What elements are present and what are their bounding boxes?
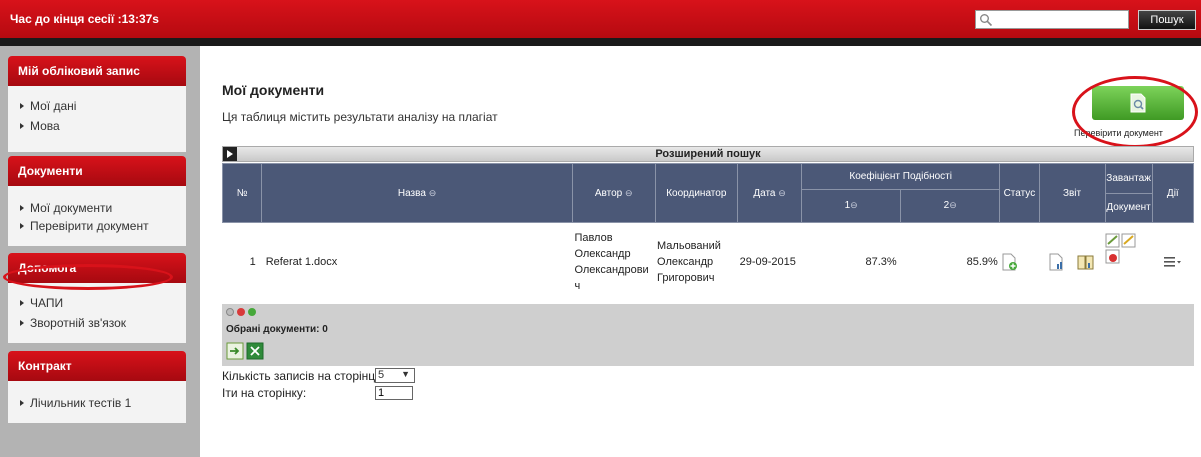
row-actions[interactable] <box>1152 222 1194 301</box>
triangle-right-icon <box>20 300 24 306</box>
header-divider <box>0 38 1201 46</box>
triangle-right-icon <box>20 205 24 211</box>
triangle-right-icon <box>20 223 24 229</box>
sidebar-section-contract: Контракт Лічильник тестів 1 <box>8 351 186 423</box>
export-icon[interactable] <box>226 342 244 360</box>
sidebar-section-title: Мій обліковий запис <box>8 56 186 86</box>
advanced-search-bar[interactable]: Розширений пошук <box>222 146 1194 162</box>
add-icon[interactable] <box>248 308 256 316</box>
sort-icon[interactable]: ⊖ <box>949 200 957 210</box>
col-actions: Дії <box>1151 163 1195 223</box>
col-author[interactable]: Автор ⊖ <box>571 163 656 223</box>
download-pdf-icon[interactable] <box>1105 249 1121 265</box>
sidebar-item-my-data[interactable]: Мої дані <box>20 96 186 116</box>
page-subtitle: Ця таблиця містить результати аналізу на… <box>222 110 498 124</box>
row-name[interactable]: Referat 1.docx <box>261 222 573 301</box>
col-similarity-2[interactable]: 2⊖ <box>900 188 1001 224</box>
row-status[interactable] <box>999 222 1039 301</box>
download-docx-icon[interactable] <box>1105 233 1121 249</box>
sidebar-section-title: Контракт <box>8 351 186 381</box>
col-status: Статус <box>999 163 1040 223</box>
col-similarity-1[interactable]: 1⊖ <box>801 188 902 224</box>
col-number: № <box>221 163 263 223</box>
col-download: Завантаж Документ <box>1104 163 1153 223</box>
top-bar: Час до кінця сесії :13:37s Пошук <box>0 0 1201 38</box>
session-timer: Час до кінця сесії :13:37s <box>10 12 159 26</box>
table-row: 1 Referat 1.docx Павлов Олександр Олекса… <box>222 222 1194 301</box>
report-document-icon[interactable] <box>1049 253 1065 271</box>
select-all-checkbox[interactable] <box>226 308 234 316</box>
main-content: Мої документи Ця таблиця містить результ… <box>200 46 1201 457</box>
dropdown-arrow-icon: ▼ <box>401 369 410 379</box>
sidebar-item-test-counter[interactable]: Лічильник тестів 1 <box>20 393 186 413</box>
row-coordinator: Мальований Олександр Григорович <box>655 222 738 301</box>
col-report: Звіт <box>1038 163 1106 223</box>
triangle-right-icon <box>20 400 24 406</box>
row-number: 1 <box>222 222 262 301</box>
sidebar: Мій обліковий запис Мої дані Мова Докуме… <box>0 46 200 457</box>
sidebar-section-account: Мій обліковий запис Мої дані Мова <box>8 56 186 152</box>
sort-icon[interactable]: ⊖ <box>778 188 786 198</box>
col-date[interactable]: Дата ⊖ <box>737 163 803 223</box>
per-page-select[interactable]: 5 ▼ <box>375 368 415 383</box>
selection-bar: Обрані документи: 0 <box>222 304 1194 366</box>
sidebar-item-faq[interactable]: ЧАПИ <box>20 293 186 313</box>
report-book-icon[interactable] <box>1077 253 1095 271</box>
row-similarity-1: 87.3% <box>801 222 901 301</box>
actions-menu-icon[interactable] <box>1163 256 1182 268</box>
sidebar-section-documents: Документи Мої документи Перевірити докум… <box>8 156 186 246</box>
sort-icon[interactable]: ⊖ <box>429 188 437 198</box>
sort-icon[interactable]: ⊖ <box>850 200 858 210</box>
row-report <box>1039 222 1106 301</box>
triangle-right-icon <box>20 320 24 326</box>
search-input[interactable] <box>976 11 1128 28</box>
selected-documents-text: Обрані документи: 0 <box>226 324 328 335</box>
sidebar-item-language[interactable]: Мова <box>20 116 186 136</box>
row-similarity-2: 85.9% <box>900 222 1000 301</box>
sidebar-section-title: Документи <box>8 156 186 186</box>
advanced-search-label: Розширений пошук <box>655 148 761 160</box>
row-download <box>1105 222 1153 301</box>
expand-arrow-icon[interactable] <box>223 147 237 161</box>
goto-page-input[interactable] <box>375 386 413 400</box>
sort-icon[interactable]: ⊖ <box>625 188 633 198</box>
col-similarity: Коефіцієнт Подібності <box>801 163 1001 190</box>
col-name[interactable]: Назва ⊖ <box>261 163 573 223</box>
row-date: 29-09-2015 <box>737 222 802 301</box>
search-icon <box>980 14 993 27</box>
col-coordinator: Координатор <box>654 163 739 223</box>
highlight-ellipse <box>3 264 173 290</box>
triangle-right-icon <box>20 123 24 129</box>
sidebar-item-check-document[interactable]: Перевірити документ <box>20 217 186 235</box>
sidebar-item-feedback[interactable]: Зворотній зв'язок <box>20 313 186 333</box>
download-edit-icon[interactable] <box>1121 233 1137 249</box>
per-page-label: Кількість записів на сторінці: <box>222 369 382 383</box>
search-field[interactable] <box>975 10 1129 29</box>
row-author: Павлов Олександр Олександрови ч <box>572 222 656 301</box>
page-title: Мої документи <box>222 82 325 98</box>
remove-icon[interactable] <box>237 308 245 316</box>
sidebar-item-my-documents[interactable]: Мої документи <box>20 199 186 217</box>
highlight-ellipse <box>1072 76 1198 148</box>
documents-table: № Назва ⊖ Автор ⊖ Координатор Дата ⊖ Кое… <box>221 163 1195 301</box>
goto-page-label: Іти на сторінку: <box>222 386 307 400</box>
search-button[interactable]: Пошук <box>1138 10 1196 30</box>
document-added-icon[interactable] <box>1002 253 1018 271</box>
triangle-right-icon <box>20 103 24 109</box>
export-excel-icon[interactable] <box>246 342 264 360</box>
